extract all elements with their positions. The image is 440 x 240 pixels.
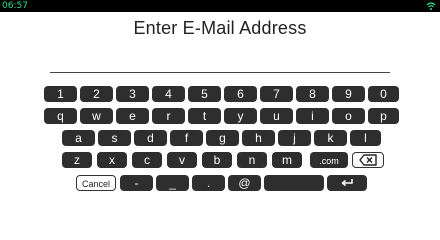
- backspace-key[interactable]: [352, 152, 384, 168]
- key-m[interactable]: m: [272, 152, 302, 168]
- key-s[interactable]: s: [98, 130, 131, 146]
- key-t[interactable]: t: [188, 108, 221, 124]
- key-a[interactable]: a: [62, 130, 95, 146]
- key-d[interactable]: d: [134, 130, 167, 146]
- key-y[interactable]: y: [224, 108, 257, 124]
- key-dot[interactable]: .: [192, 175, 225, 191]
- key-3[interactable]: 3: [116, 86, 149, 102]
- key-2[interactable]: 2: [80, 86, 113, 102]
- key-z[interactable]: z: [62, 152, 92, 168]
- key-i[interactable]: i: [296, 108, 329, 124]
- status-bar: 06:57: [0, 0, 440, 12]
- key-j[interactable]: j: [278, 130, 311, 146]
- key-n[interactable]: n: [237, 152, 267, 168]
- key-x[interactable]: x: [97, 152, 127, 168]
- key-b[interactable]: b: [202, 152, 232, 168]
- key-1[interactable]: 1: [44, 86, 77, 102]
- key-6[interactable]: 6: [224, 86, 257, 102]
- key-at[interactable]: @: [228, 175, 261, 191]
- space-key[interactable]: [264, 175, 324, 191]
- key-f[interactable]: f: [170, 130, 203, 146]
- key-q[interactable]: q: [44, 108, 77, 124]
- key-h[interactable]: h: [242, 130, 275, 146]
- backspace-icon: [359, 154, 377, 166]
- key-k[interactable]: k: [314, 130, 347, 146]
- status-clock: 06:57: [2, 1, 28, 11]
- key-9[interactable]: 9: [332, 86, 365, 102]
- key-o[interactable]: o: [332, 108, 365, 124]
- key-v[interactable]: v: [167, 152, 197, 168]
- email-field[interactable]: [50, 52, 390, 73]
- key-c[interactable]: c: [132, 152, 162, 168]
- wifi-icon: [426, 2, 436, 10]
- cancel-button[interactable]: Cancel: [76, 175, 116, 191]
- enter-icon: [341, 179, 353, 187]
- key-underscore[interactable]: _: [156, 175, 189, 191]
- key-4[interactable]: 4: [152, 86, 185, 102]
- key-5[interactable]: 5: [188, 86, 221, 102]
- key-p[interactable]: p: [368, 108, 399, 124]
- enter-key[interactable]: [327, 175, 367, 191]
- key-8[interactable]: 8: [296, 86, 329, 102]
- key-r[interactable]: r: [152, 108, 185, 124]
- dotcom-label: .com: [319, 156, 339, 166]
- key-0[interactable]: 0: [368, 86, 399, 102]
- key-e[interactable]: e: [116, 108, 149, 124]
- key-dotcom[interactable]: .com: [310, 152, 348, 168]
- page-title: Enter E-Mail Address: [133, 18, 307, 38]
- key-dash[interactable]: -: [120, 175, 153, 191]
- key-l[interactable]: l: [350, 130, 381, 146]
- key-w[interactable]: w: [80, 108, 113, 124]
- key-g[interactable]: g: [206, 130, 239, 146]
- cancel-label: Cancel: [81, 179, 110, 189]
- key-7[interactable]: 7: [260, 86, 293, 102]
- key-u[interactable]: u: [260, 108, 293, 124]
